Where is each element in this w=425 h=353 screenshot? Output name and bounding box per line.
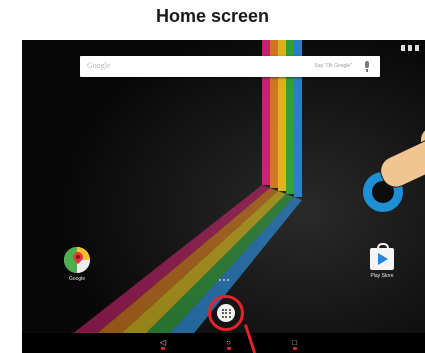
app-label-play-store: Play Store: [370, 273, 394, 279]
play-store-icon: [370, 243, 394, 270]
search-label: Google: [87, 61, 111, 70]
google-search-bar[interactable]: Google Say "Ok Google": [80, 56, 380, 77]
voice-hint: Say "Ok Google": [314, 63, 352, 69]
wifi-icon: [408, 45, 412, 51]
back-marker: [161, 347, 165, 350]
home-icon[interactable]: ○: [226, 339, 231, 347]
app-play-store[interactable]: Play Store: [362, 243, 402, 279]
navigation-bar: ◁ ○ □: [22, 333, 425, 353]
maps-icon: [64, 247, 90, 273]
microphone-icon[interactable]: [365, 61, 369, 72]
app-google-maps[interactable]: Google: [57, 247, 97, 282]
battery-icon: [415, 45, 419, 51]
device-screen: Google Say "Ok Google" Google Play Store…: [22, 40, 425, 353]
status-bar: [401, 43, 419, 53]
apps-grid-icon: [221, 308, 231, 318]
app-label-google: Google: [68, 276, 86, 282]
page-indicator: [219, 279, 229, 281]
page-caption: Home screen: [155, 6, 270, 26]
app-drawer-button[interactable]: [217, 304, 235, 322]
recents-icon[interactable]: □: [292, 339, 297, 347]
bluetooth-icon: [401, 45, 405, 51]
home-marker: [227, 347, 231, 350]
recents-marker: [293, 347, 297, 350]
back-icon[interactable]: ◁: [160, 339, 166, 347]
